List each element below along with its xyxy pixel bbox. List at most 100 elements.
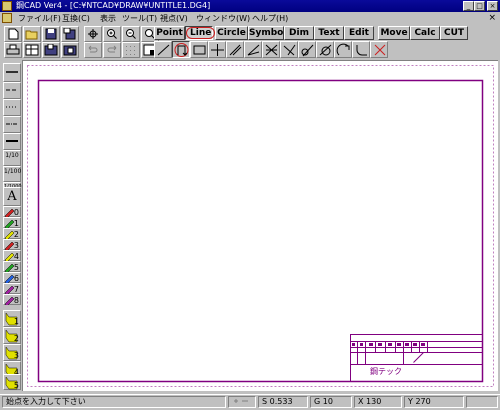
tab-text[interactable]: Text <box>314 26 344 40</box>
grid-button[interactable] <box>122 42 140 58</box>
status-grid: G 10 <box>310 396 352 408</box>
tab-symbol[interactable]: Symbol <box>248 26 286 40</box>
parallel-line-button[interactable] <box>226 41 244 58</box>
layer-number: 2 <box>13 334 19 343</box>
status-g-label: G <box>314 397 321 406</box>
export-button[interactable] <box>61 42 79 58</box>
status-g-value: 10 <box>322 397 333 406</box>
menu-compat[interactable]: 互換(C) <box>62 12 90 25</box>
tab-point[interactable]: Point <box>154 26 185 40</box>
save-button[interactable] <box>42 26 60 42</box>
menu-viewpoint[interactable]: 視点(V) <box>160 12 188 25</box>
pen-8-button[interactable]: 8 <box>3 294 21 305</box>
open-file-button[interactable] <box>23 26 41 42</box>
zoom-in-button[interactable] <box>103 26 121 42</box>
linetype-dashdot-button[interactable] <box>3 116 21 133</box>
linetype-solid-button[interactable] <box>3 63 21 82</box>
menu-view[interactable]: 表示 <box>100 12 116 25</box>
pan-button[interactable] <box>84 26 102 42</box>
layer-number: 3 <box>13 351 19 360</box>
tab-move[interactable]: Move <box>378 26 410 40</box>
menu-window[interactable]: ウィンドウ(W) <box>196 12 250 25</box>
arc-line-button[interactable] <box>334 41 352 58</box>
perpendicular-line-button[interactable] <box>280 41 298 58</box>
pen-number: 7 <box>13 285 19 294</box>
angle-line-button[interactable] <box>244 41 262 58</box>
linetype-dotted-button[interactable] <box>3 99 21 116</box>
redo-button[interactable] <box>103 42 121 58</box>
linetype-thick-button[interactable] <box>3 133 21 150</box>
minimize-button[interactable]: _ <box>463 1 474 11</box>
save-as-button[interactable] <box>61 26 79 42</box>
status-bar: 始点を入力して下さい S 0.533 G 10 X 130 Y 270 <box>0 394 500 410</box>
maximize-button[interactable]: □ <box>474 1 485 11</box>
tab-calc[interactable]: Calc <box>410 26 440 40</box>
polyline-icon <box>174 43 189 57</box>
layer-3-button[interactable]: 3 <box>3 344 21 361</box>
layer-2-button[interactable]: 2 <box>3 327 21 344</box>
tab-edit[interactable]: Edit <box>344 26 374 40</box>
tab-dim[interactable]: Dim <box>284 26 314 40</box>
bisector-line-button[interactable] <box>262 41 280 58</box>
pen-6-button[interactable]: 6 <box>3 272 21 283</box>
pen-2-button[interactable]: 2 <box>3 228 21 239</box>
pen-4-button[interactable]: 4 <box>3 250 21 261</box>
new-file-button[interactable] <box>4 26 22 42</box>
document-close-button[interactable]: × <box>488 12 496 25</box>
pen-5-button[interactable]: 5 <box>3 261 21 272</box>
linetype-dashed-button[interactable] <box>3 82 21 99</box>
pen-3-button[interactable]: 3 <box>3 239 21 250</box>
export-icon <box>63 45 77 56</box>
layout-button[interactable] <box>23 42 41 58</box>
status-x-value: 130 <box>366 397 382 406</box>
dashed-line-icon <box>6 89 18 91</box>
title-bar[interactable]: 鋼CAD Ver4 - [C:¥NTCAD¥DRAW¥UNTITLE1.DG4]… <box>0 0 500 12</box>
tab-line[interactable]: Line <box>185 26 216 40</box>
status-s-label: S <box>262 397 268 406</box>
document-icon[interactable] <box>2 13 12 23</box>
trim-line-button[interactable] <box>370 41 388 58</box>
cross-line-button[interactable] <box>208 41 226 58</box>
layer-1-button[interactable]: 1 <box>3 310 21 327</box>
scale-1-10-button[interactable]: 1/10 <box>3 150 21 166</box>
zoom-out-button[interactable] <box>122 26 140 42</box>
tangent-line-button[interactable] <box>298 41 316 58</box>
arc-line-icon <box>336 43 350 56</box>
line-tool-button[interactable] <box>154 41 172 58</box>
thick-line-icon <box>6 140 18 142</box>
import-button[interactable] <box>42 42 60 58</box>
pen-7-button[interactable]: 7 <box>3 283 21 294</box>
menu-help[interactable]: ヘルプ(H) <box>252 12 288 25</box>
import-icon <box>44 44 58 56</box>
drawing-sheet <box>27 65 494 387</box>
text-tool-button[interactable]: A <box>3 187 21 206</box>
layer-5-button[interactable]: 5 <box>3 374 21 390</box>
menu-file[interactable]: ファイル(F) <box>18 12 61 25</box>
pen-0-button[interactable]: 0 <box>3 206 21 217</box>
drawing-canvas[interactable]: 鋼テック <box>22 60 498 391</box>
tab-cut[interactable]: CUT <box>440 26 468 40</box>
pen-number: 3 <box>13 241 19 250</box>
pen-1-button[interactable]: 1 <box>3 217 21 228</box>
drawing-border <box>37 79 484 383</box>
floppy-disk-icon <box>45 28 57 40</box>
scale-1-100-button[interactable]: 1/100 <box>3 166 21 182</box>
angle-line-icon <box>247 44 260 56</box>
tangent-circles-button[interactable] <box>316 41 334 58</box>
close-button[interactable]: × <box>487 1 498 11</box>
menu-tools[interactable]: ツール(T) <box>122 12 157 25</box>
undo-button[interactable] <box>84 42 102 58</box>
text-tool-label: A <box>7 189 17 204</box>
pen-number: 0 <box>13 208 19 217</box>
tab-circle[interactable]: Circle <box>215 26 248 40</box>
status-y-value: 270 <box>415 397 431 406</box>
status-extra <box>466 396 498 408</box>
rectangle-button[interactable] <box>190 41 208 58</box>
fillet-line-button[interactable] <box>352 41 370 58</box>
dotted-line-icon <box>6 106 18 108</box>
print-button[interactable] <box>4 42 22 58</box>
app-icon[interactable] <box>2 1 12 11</box>
perpendicular-icon <box>283 44 296 56</box>
continuous-line-button[interactable] <box>172 41 190 58</box>
pen-number: 4 <box>13 252 19 261</box>
